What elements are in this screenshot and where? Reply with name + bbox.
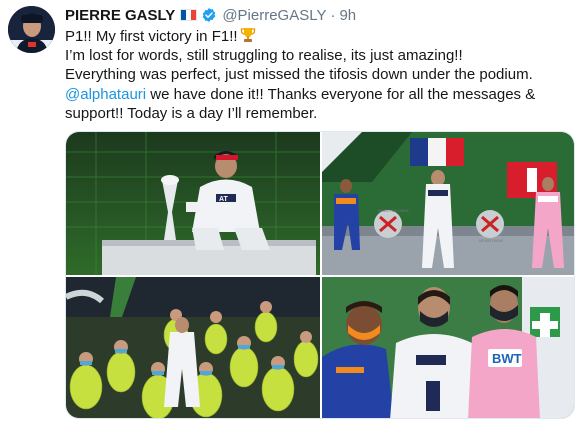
tweet-line: P1!! My first victory in F1!! [65,27,575,46]
banner-text-2: NEVER DRINK [479,239,504,243]
tweet-line: @alphatauri we have done it!! Thanks eve… [65,85,575,104]
avatar[interactable] [8,6,55,53]
banner-text-1: WHEN YOU DRIVE [378,209,410,213]
podium-standing-photo[interactable]: WHEN YOU DRIVE NEVER DRINK [322,132,574,275]
photo-grid: AT WHEN YOU DRIVE NEVER DRINK BWT [65,131,575,419]
tweet-text: P1!! My first victory in F1!! I’m lost f… [65,27,575,123]
team-shirt-text: BWT [492,351,522,366]
verified-badge-icon [203,8,216,22]
author-name[interactable]: PIERRE GASLY [65,7,175,24]
team-celebration-photo[interactable] [66,277,320,418]
mention-link[interactable]: @alphatauri [65,86,146,103]
author-handle[interactable]: @PierreGASLY [222,7,326,24]
tweet-time[interactable]: 9h [339,7,356,24]
tweet[interactable]: PIERRE GASLY @PierreGASLY · 9h P1!! My f… [0,0,578,424]
drivers-closeup-photo[interactable]: BWT [322,277,574,418]
helmet-tag-text: AT [219,196,229,203]
separator: · [330,6,336,24]
tweet-line-text: P1!! My first victory in F1!! [65,28,238,45]
drivers-closeup-image: BWT [322,277,574,418]
trophy-emoji-icon [240,28,255,42]
tweet-line-text: we have done it!! Thanks everyone for al… [150,85,536,103]
france-flag-icon [180,9,198,21]
tweet-header: PIERRE GASLY @PierreGASLY · 9h [65,5,356,25]
tweet-line: Everything was perfect, just missed the … [65,66,533,84]
podium-sitting-photo[interactable]: AT [66,132,320,275]
tweet-line: I’m lost for words, still struggling to … [65,47,463,65]
podium-sitting-image: AT [66,132,320,275]
podium-standing-image: WHEN YOU DRIVE NEVER DRINK [322,132,574,275]
team-celebration-image [66,277,320,418]
avatar-image [8,6,55,53]
tweet-line: support!! Today is a day I’ll remember. [65,104,318,122]
